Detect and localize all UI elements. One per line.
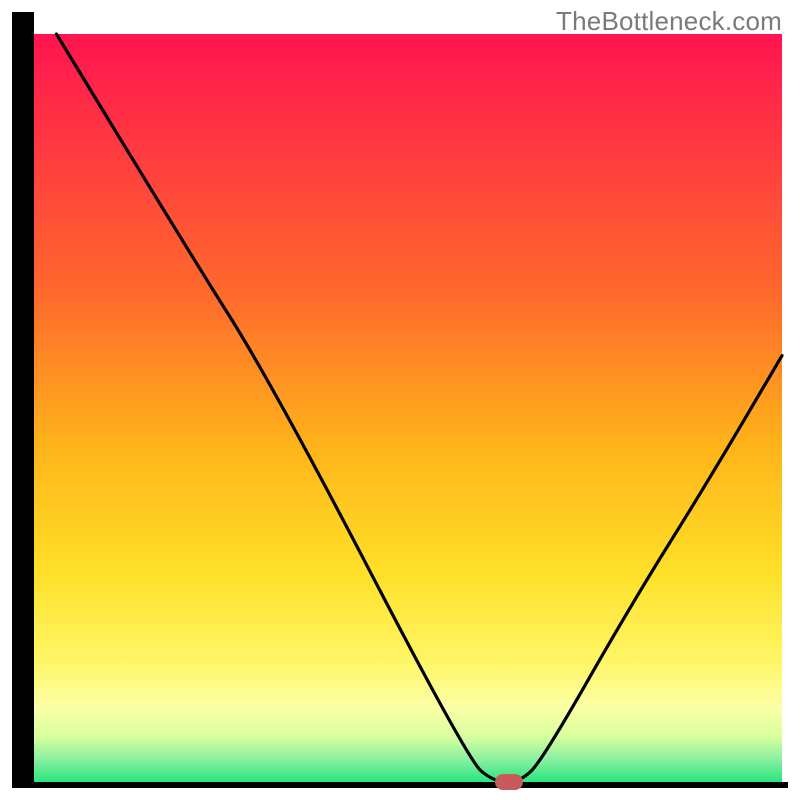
- watermark-text: TheBottleneck.com: [556, 6, 782, 37]
- optimal-marker: [495, 774, 523, 790]
- bottleneck-chart: TheBottleneck.com: [0, 0, 800, 800]
- axis-bottom: [12, 782, 788, 788]
- plot-background: [34, 34, 782, 782]
- chart-svg: [0, 0, 800, 800]
- axis-left: [12, 12, 34, 788]
